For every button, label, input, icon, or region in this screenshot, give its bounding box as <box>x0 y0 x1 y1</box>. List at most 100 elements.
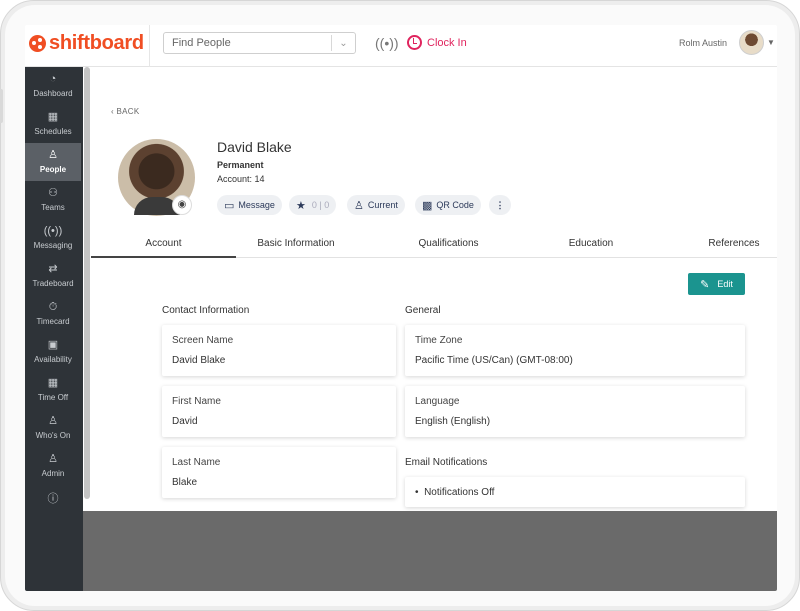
broadcast-icon[interactable]: ((•)) <box>375 35 399 51</box>
current-label: Current <box>367 200 398 210</box>
topbar-divider <box>149 25 150 67</box>
top-bar: shiftboard ⌄ ((•)) Clock In Rolm Austin … <box>25 25 777 67</box>
tab-account[interactable]: Account <box>91 230 236 258</box>
people-search-icon: ♙ <box>48 415 58 427</box>
message-button[interactable]: ▭ Message <box>217 195 282 215</box>
email-notifications-title: Email Notifications <box>405 457 488 468</box>
sidebar-item-dashboard[interactable]: ◔ Dashboard <box>25 67 81 105</box>
field-label: Last Name <box>172 457 221 468</box>
sidebar-item-time-off[interactable]: ▦ Time Off <box>25 371 81 409</box>
sidebar-item-people[interactable]: ♙ People <box>25 143 81 181</box>
tab-qualifications[interactable]: Qualifications <box>401 230 496 258</box>
field-value: David <box>172 416 198 427</box>
sidebar-item-label: Schedules <box>34 127 72 136</box>
notification-setting: Notifications Off <box>424 487 495 498</box>
calendar-check-icon: ▣ <box>47 339 59 351</box>
field-label: First Name <box>172 396 221 407</box>
sidebar-item-label: Admin <box>41 469 65 478</box>
sidebar-item-label: Dashboard <box>33 89 73 98</box>
star-count-b: 0 <box>324 200 330 210</box>
qr-code-icon: ▩ <box>422 199 433 212</box>
tab-basic-information[interactable]: Basic Information <box>241 230 351 258</box>
list-item: • Notifications Off <box>415 487 495 498</box>
tablet-side-button <box>0 89 3 123</box>
logo-text: shiftboard <box>49 31 144 54</box>
qr-code-label: QR Code <box>436 200 474 210</box>
sidebar-item-label: People <box>39 165 67 174</box>
calendar-icon: ▦ <box>47 111 59 123</box>
sidebar-item-schedules[interactable]: ▦ Schedules <box>25 105 81 143</box>
star-counts: 0 | 0 <box>311 200 330 210</box>
pencil-icon: ✎ <box>700 278 710 291</box>
star-count-a: 0 <box>311 200 317 210</box>
profile-tabs: Account Basic Information Qualifications… <box>91 230 777 258</box>
swap-icon: ⇄ <box>48 263 58 275</box>
more-options-button[interactable]: ⋮ <box>489 195 511 215</box>
sidebar-item-teams[interactable]: ⚇ Teams <box>25 181 81 219</box>
tab-education[interactable]: Education <box>551 230 631 258</box>
last-name-card: Last Name Blake <box>162 447 396 498</box>
sidebar-scrollbar[interactable] <box>84 67 90 499</box>
sidebar-item-availability[interactable]: ▣ Availability <box>25 333 81 371</box>
footer-overlay <box>83 511 777 591</box>
chevron-down-icon[interactable]: ⌄ <box>332 38 355 49</box>
star-rating-button[interactable]: ★ 0 | 0 <box>289 195 337 215</box>
user-name[interactable]: Rolm Austin <box>679 38 727 48</box>
sidebar-item-timecard[interactable]: ⏱ Timecard <box>25 295 81 333</box>
message-label: Message <box>238 200 275 210</box>
star-icon: ★ <box>296 199 306 212</box>
field-value: David Blake <box>172 355 226 366</box>
search-input[interactable] <box>164 37 331 49</box>
sidebar-item-label: Messaging <box>33 241 73 250</box>
main-content: ‹ BACK ◉ David Blake Permanent Account: … <box>91 67 777 511</box>
shiftboard-logo[interactable]: shiftboard <box>29 31 144 55</box>
dashboard-icon: ◔ <box>49 73 57 85</box>
camera-icon[interactable]: ◉ <box>172 195 192 215</box>
time-zone-card: Time Zone Pacific Time (US/Can) (GMT-08:… <box>405 325 745 376</box>
screen-name-card: Screen Name David Blake <box>162 325 396 376</box>
user-menu-caret-icon[interactable]: ▼ <box>767 38 775 47</box>
admin-icon: ♙ <box>48 453 58 465</box>
sidebar-item-whos-on[interactable]: ♙ Who's On <box>25 409 81 447</box>
help-icon: ⓘ <box>47 493 59 505</box>
sidebar-item-label: Teams <box>41 203 65 212</box>
field-value: Pacific Time (US/Can) (GMT-08:00) <box>415 355 573 366</box>
sidebar: ◔ Dashboard ▦ Schedules ♙ People ⚇ Teams… <box>25 67 83 591</box>
clock-in-label: Clock In <box>427 36 467 49</box>
contact-information-title: Contact Information <box>162 305 250 316</box>
person-status-icon: ♙ <box>354 199 364 212</box>
sidebar-item-label: Timecard <box>36 317 70 326</box>
clock-icon <box>407 35 422 50</box>
sidebar-item-help[interactable]: ⓘ <box>25 487 81 511</box>
sidebar-item-admin[interactable]: ♙ Admin <box>25 447 81 485</box>
tablet-frame: shiftboard ⌄ ((•)) Clock In Rolm Austin … <box>0 0 800 611</box>
tab-references[interactable]: References <box>691 230 777 258</box>
email-notifications-card: • Notifications Off <box>405 477 745 507</box>
person-icon: ♙ <box>48 149 58 161</box>
back-label: BACK <box>116 107 140 116</box>
find-people-search[interactable]: ⌄ <box>163 32 356 54</box>
logo-mark-icon <box>29 34 46 52</box>
current-status-button[interactable]: ♙ Current <box>347 195 405 215</box>
field-label: Time Zone <box>415 335 463 346</box>
profile-account: Account: 14 <box>217 174 265 184</box>
profile-type: Permanent <box>217 160 264 170</box>
language-card: Language English (English) <box>405 386 745 437</box>
message-icon: ▭ <box>224 199 235 212</box>
edit-button[interactable]: ✎ Edit <box>688 273 745 295</box>
sidebar-item-messaging[interactable]: ((•)) Messaging <box>25 219 81 257</box>
profile-name: David Blake <box>217 139 292 155</box>
broadcast-icon: ((•)) <box>43 225 63 237</box>
user-avatar[interactable] <box>739 30 764 55</box>
clock-in-button[interactable]: Clock In <box>407 35 467 50</box>
back-link[interactable]: ‹ BACK <box>111 107 140 116</box>
more-vertical-icon: ⋮ <box>495 199 505 210</box>
first-name-card: First Name David <box>162 386 396 437</box>
sidebar-item-label: Time Off <box>37 393 69 402</box>
sidebar-item-tradeboard[interactable]: ⇄ Tradeboard <box>25 257 81 295</box>
field-label: Screen Name <box>172 335 234 346</box>
calendar-icon: ▦ <box>47 377 59 389</box>
sidebar-item-label: Availability <box>34 355 72 364</box>
teams-icon: ⚇ <box>48 187 58 199</box>
qr-code-button[interactable]: ▩ QR Code <box>415 195 481 215</box>
